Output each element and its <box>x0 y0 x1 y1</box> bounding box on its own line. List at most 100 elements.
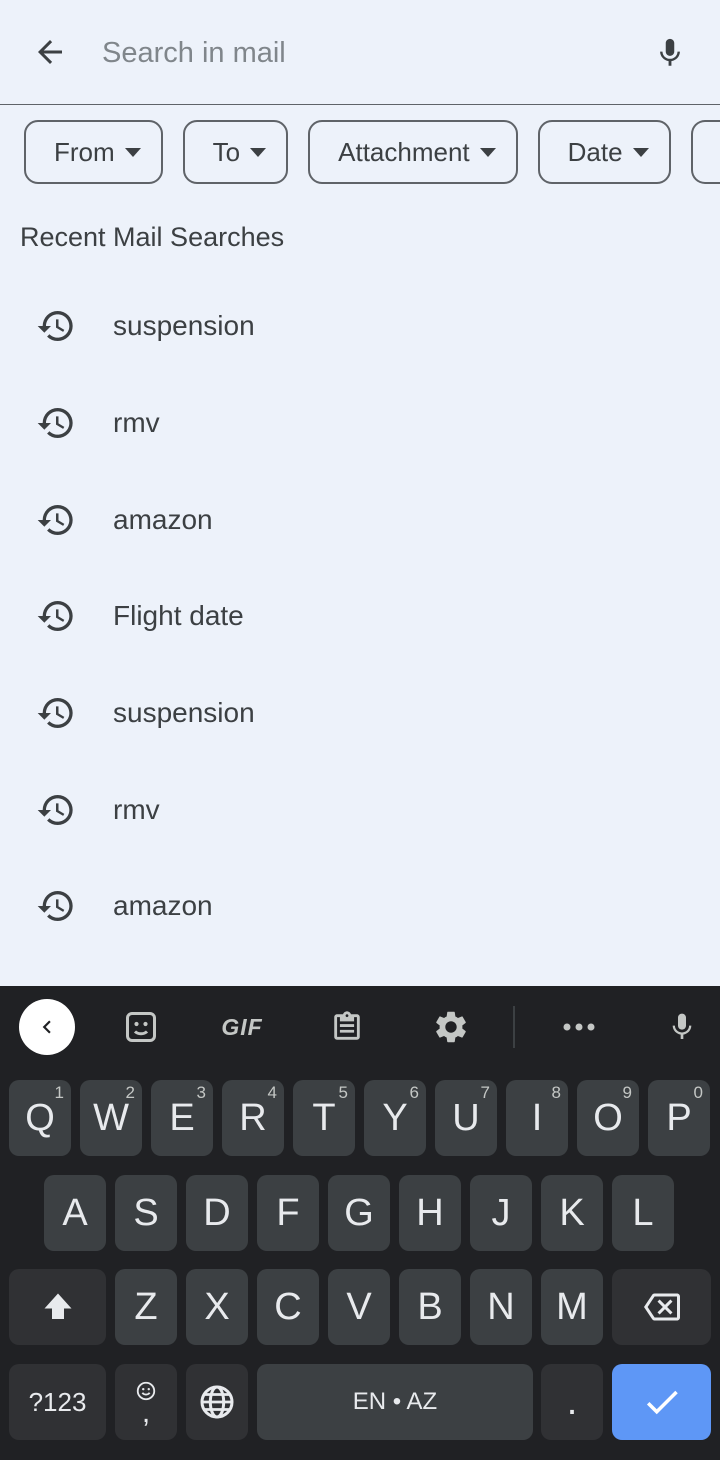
key-label: H <box>416 1191 444 1234</box>
key-label: M <box>556 1285 588 1328</box>
key-a[interactable]: A <box>44 1175 106 1251</box>
keyboard: GIF Q1 W2 E3 R4 T5 Y6 U7 I8 O9 P0 A S D … <box>0 986 720 1460</box>
search-bar <box>0 0 720 105</box>
filter-chip-attachment[interactable]: Attachment <box>308 120 518 184</box>
symbols-key[interactable]: ?123 <box>9 1364 106 1440</box>
key-b[interactable]: B <box>399 1269 461 1345</box>
search-input[interactable] <box>102 30 622 76</box>
space-key[interactable]: EN • AZ <box>257 1364 533 1440</box>
filter-chip-to[interactable]: To <box>182 120 289 184</box>
key-label: ?123 <box>28 1386 87 1417</box>
back-button[interactable] <box>28 30 72 74</box>
enter-key[interactable] <box>612 1364 711 1440</box>
recent-search-item[interactable]: rmv <box>0 761 720 858</box>
emoji-comma-key[interactable]: , <box>115 1364 177 1440</box>
backspace-icon <box>643 1293 680 1321</box>
key-label: S <box>133 1191 159 1234</box>
recent-search-text: rmv <box>113 793 160 825</box>
key-o[interactable]: O9 <box>577 1080 639 1156</box>
recent-search-item[interactable]: amazon <box>0 858 720 955</box>
key-k[interactable]: K <box>541 1175 603 1251</box>
key-label: A <box>62 1191 88 1234</box>
toolbar-divider <box>513 1006 515 1048</box>
recent-search-item[interactable]: rmv <box>0 375 720 472</box>
key-label: Z <box>134 1285 158 1328</box>
recent-searches-title: Recent Mail Searches <box>20 222 285 252</box>
key-label: I <box>531 1096 543 1139</box>
chip-label: From <box>54 136 115 167</box>
sticker-button[interactable] <box>113 999 169 1055</box>
key-hint: 6 <box>409 1083 419 1102</box>
key-j[interactable]: J <box>470 1175 532 1251</box>
filter-chip-more[interactable] <box>690 120 720 184</box>
shift-icon <box>44 1293 71 1319</box>
key-y[interactable]: Y6 <box>364 1080 426 1156</box>
key-x[interactable]: X <box>186 1269 248 1345</box>
key-f[interactable]: F <box>257 1175 319 1251</box>
dropdown-arrow-icon <box>124 147 141 157</box>
recent-search-item[interactable]: Flight date <box>0 568 720 665</box>
history-icon <box>37 504 73 535</box>
key-p[interactable]: P0 <box>648 1080 710 1156</box>
key-label: V <box>346 1285 372 1328</box>
history-icon <box>37 408 73 439</box>
chip-label: Attachment <box>338 136 470 167</box>
key-u[interactable]: U7 <box>435 1080 497 1156</box>
filter-chip-date[interactable]: Date <box>537 120 671 184</box>
backspace-key[interactable] <box>612 1269 711 1345</box>
language-key[interactable] <box>186 1364 248 1440</box>
key-hint: 8 <box>551 1083 561 1102</box>
gif-button[interactable]: GIF <box>214 999 270 1055</box>
keyboard-voice-button[interactable] <box>654 999 710 1055</box>
key-label: N <box>487 1285 515 1328</box>
mic-icon <box>660 38 680 66</box>
more-options-button[interactable] <box>551 999 607 1055</box>
key-d[interactable]: D <box>186 1175 248 1251</box>
history-icon <box>37 601 73 632</box>
collapse-toolbar-button[interactable] <box>19 999 75 1055</box>
dropdown-arrow-icon <box>250 147 267 157</box>
key-label: J <box>491 1191 511 1234</box>
key-v[interactable]: V <box>328 1269 390 1345</box>
key-c[interactable]: C <box>257 1269 319 1345</box>
recent-search-item[interactable]: suspension <box>0 665 720 762</box>
filter-chip-from[interactable]: From <box>24 120 163 184</box>
key-hint: 0 <box>693 1083 703 1102</box>
key-n[interactable]: N <box>470 1269 532 1345</box>
key-s[interactable]: S <box>115 1175 177 1251</box>
sticker-icon <box>126 1012 156 1042</box>
history-icon <box>37 891 73 922</box>
key-label: F <box>276 1191 300 1234</box>
chip-label: To <box>212 136 241 167</box>
key-label: U <box>452 1096 480 1139</box>
key-i[interactable]: I8 <box>506 1080 568 1156</box>
period-key[interactable]: . <box>541 1364 603 1440</box>
shift-key[interactable] <box>9 1269 106 1345</box>
key-h[interactable]: H <box>399 1175 461 1251</box>
key-t[interactable]: T5 <box>293 1080 355 1156</box>
key-hint: 7 <box>480 1083 490 1102</box>
key-label: O <box>593 1096 623 1139</box>
key-g[interactable]: G <box>328 1175 390 1251</box>
key-q[interactable]: Q1 <box>9 1080 71 1156</box>
key-e[interactable]: E3 <box>151 1080 213 1156</box>
dropdown-arrow-icon <box>632 147 649 157</box>
key-hint: 2 <box>125 1083 135 1102</box>
voice-search-button[interactable] <box>648 30 692 76</box>
clipboard-button[interactable] <box>319 999 375 1055</box>
key-l[interactable]: L <box>612 1175 674 1251</box>
recent-search-text: rmv <box>113 407 160 439</box>
gear-icon <box>436 1011 466 1043</box>
history-icon <box>37 794 73 825</box>
settings-button[interactable] <box>423 999 479 1055</box>
key-hint: 9 <box>622 1083 632 1102</box>
recent-search-item[interactable]: suspension <box>0 278 720 375</box>
recent-search-text: amazon <box>113 890 213 922</box>
key-z[interactable]: Z <box>115 1269 177 1345</box>
key-r[interactable]: R4 <box>222 1080 284 1156</box>
key-label: C <box>274 1285 302 1328</box>
recent-search-item[interactable]: amazon <box>0 471 720 568</box>
key-m[interactable]: M <box>541 1269 603 1345</box>
more-horizontal-icon <box>563 1023 595 1031</box>
key-w[interactable]: W2 <box>80 1080 142 1156</box>
